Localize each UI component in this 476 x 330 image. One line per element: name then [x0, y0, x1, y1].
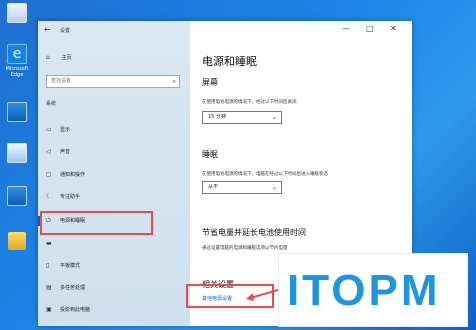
sidebar-item-label: 平板模式: [60, 263, 81, 269]
sidebar-item-project[interactable]: ▣ 投影到此电脑: [46, 305, 90, 315]
network-icon: [7, 186, 27, 206]
screen-timeout-dropdown[interactable]: 15 分钟 ⌄: [202, 111, 282, 124]
watermark: ITOPM: [278, 253, 468, 327]
desktop-icon-network[interactable]: [2, 186, 32, 208]
notification-icon: ▢: [46, 171, 52, 178]
sidebar-category: 系统: [46, 101, 57, 107]
chevron-down-icon: ⌄: [271, 114, 277, 121]
moon-icon: ☾: [46, 193, 52, 200]
screen-heading: 屏幕: [202, 78, 218, 87]
sidebar-item-label: 通知和操作: [60, 172, 86, 178]
search-placeholder: 查找设置: [51, 78, 72, 84]
sleep-timeout-value: 从不: [208, 184, 219, 190]
sidebar-home-label: 主页: [61, 55, 72, 61]
highlight-box: [40, 211, 153, 235]
edge-icon: e: [7, 44, 27, 64]
recycle-bin-icon: [7, 3, 27, 23]
sidebar-item-storage[interactable]: ▬: [46, 239, 60, 249]
folder-icon: [8, 232, 26, 250]
sidebar: ← 设置 ⌂ 主页 查找设置 ⌕ 系统 ▭ 显示 ◁ 声音 ▢ 通知和操作 ☾ 专注助手…: [38, 21, 190, 326]
close-button[interactable]: ✕: [390, 24, 397, 33]
back-arrow-icon[interactable]: ←: [44, 25, 51, 34]
sidebar-item-label: 声音: [60, 149, 71, 155]
search-icon: ⌕: [172, 78, 176, 85]
desktop-icon-recycle-bin[interactable]: [2, 3, 32, 25]
arrow-icon: [246, 289, 279, 301]
desktop-icon-edge[interactable]: e Microsoft Edge: [2, 44, 32, 78]
sidebar-item-focus-assist[interactable]: ☾ 专注助手: [46, 192, 80, 202]
screen-timeout-value: 15 分钟: [208, 114, 226, 120]
minimize-button[interactable]: —: [342, 24, 350, 33]
sidebar-item-label: 专注助手: [60, 194, 81, 200]
battery-desc: 通过设置电脑的电源和睡眠选项以节约电量: [202, 246, 288, 251]
window-title: 设置: [60, 28, 71, 34]
sidebar-home[interactable]: ⌂ 主页: [46, 53, 72, 63]
sidebar-item-display[interactable]: ▭ 显示: [46, 125, 70, 135]
battery-heading: 节省电量并延长电池使用时间: [202, 228, 306, 237]
control-panel-icon: [7, 143, 27, 163]
speaker-icon: ◁: [46, 148, 51, 155]
sidebar-item-multitasking[interactable]: ▤ 多任务处理: [46, 283, 85, 293]
maximize-button[interactable]: □: [366, 24, 374, 33]
desktop-icon-this-pc[interactable]: [2, 102, 32, 124]
sleep-timeout-dropdown[interactable]: 从不 ⌄: [202, 181, 282, 194]
storage-icon: ▬: [46, 240, 52, 247]
monitor-icon: ▭: [46, 126, 52, 133]
desktop-icon-label: Microsoft Edge: [5, 66, 29, 78]
sidebar-item-label: 显示: [60, 127, 71, 133]
this-pc-icon: [7, 102, 27, 122]
project-icon: ▣: [46, 306, 52, 313]
sidebar-item-notifications[interactable]: ▢ 通知和操作: [46, 170, 85, 180]
tablet-icon: ▯: [46, 262, 50, 269]
sleep-heading: 睡眠: [202, 150, 218, 159]
sidebar-item-label: 多任务处理: [60, 285, 86, 291]
sidebar-item-tablet[interactable]: ▯ 平板模式: [46, 261, 80, 271]
desktop-icon-folder[interactable]: [2, 232, 32, 252]
multitask-icon: ▤: [46, 284, 52, 291]
page-title: 电源和睡眠: [202, 55, 257, 68]
screen-desc: 在使用电池电源的情况下，经过以下时间后关闭: [202, 100, 297, 105]
sidebar-item-label: 投影到此电脑: [60, 307, 91, 313]
sidebar-item-sound[interactable]: ◁ 声音: [46, 147, 70, 157]
watermark-text: ITOPM: [287, 266, 441, 315]
desktop-icon-control-panel[interactable]: [2, 143, 32, 165]
search-input[interactable]: 查找设置 ⌕: [46, 75, 180, 88]
sleep-desc: 在使用电池电源的情况下，电脑在经过以下时间后进入睡眠状态: [202, 172, 328, 177]
home-icon: ⌂: [46, 54, 50, 61]
chevron-down-icon: ⌄: [271, 184, 277, 191]
